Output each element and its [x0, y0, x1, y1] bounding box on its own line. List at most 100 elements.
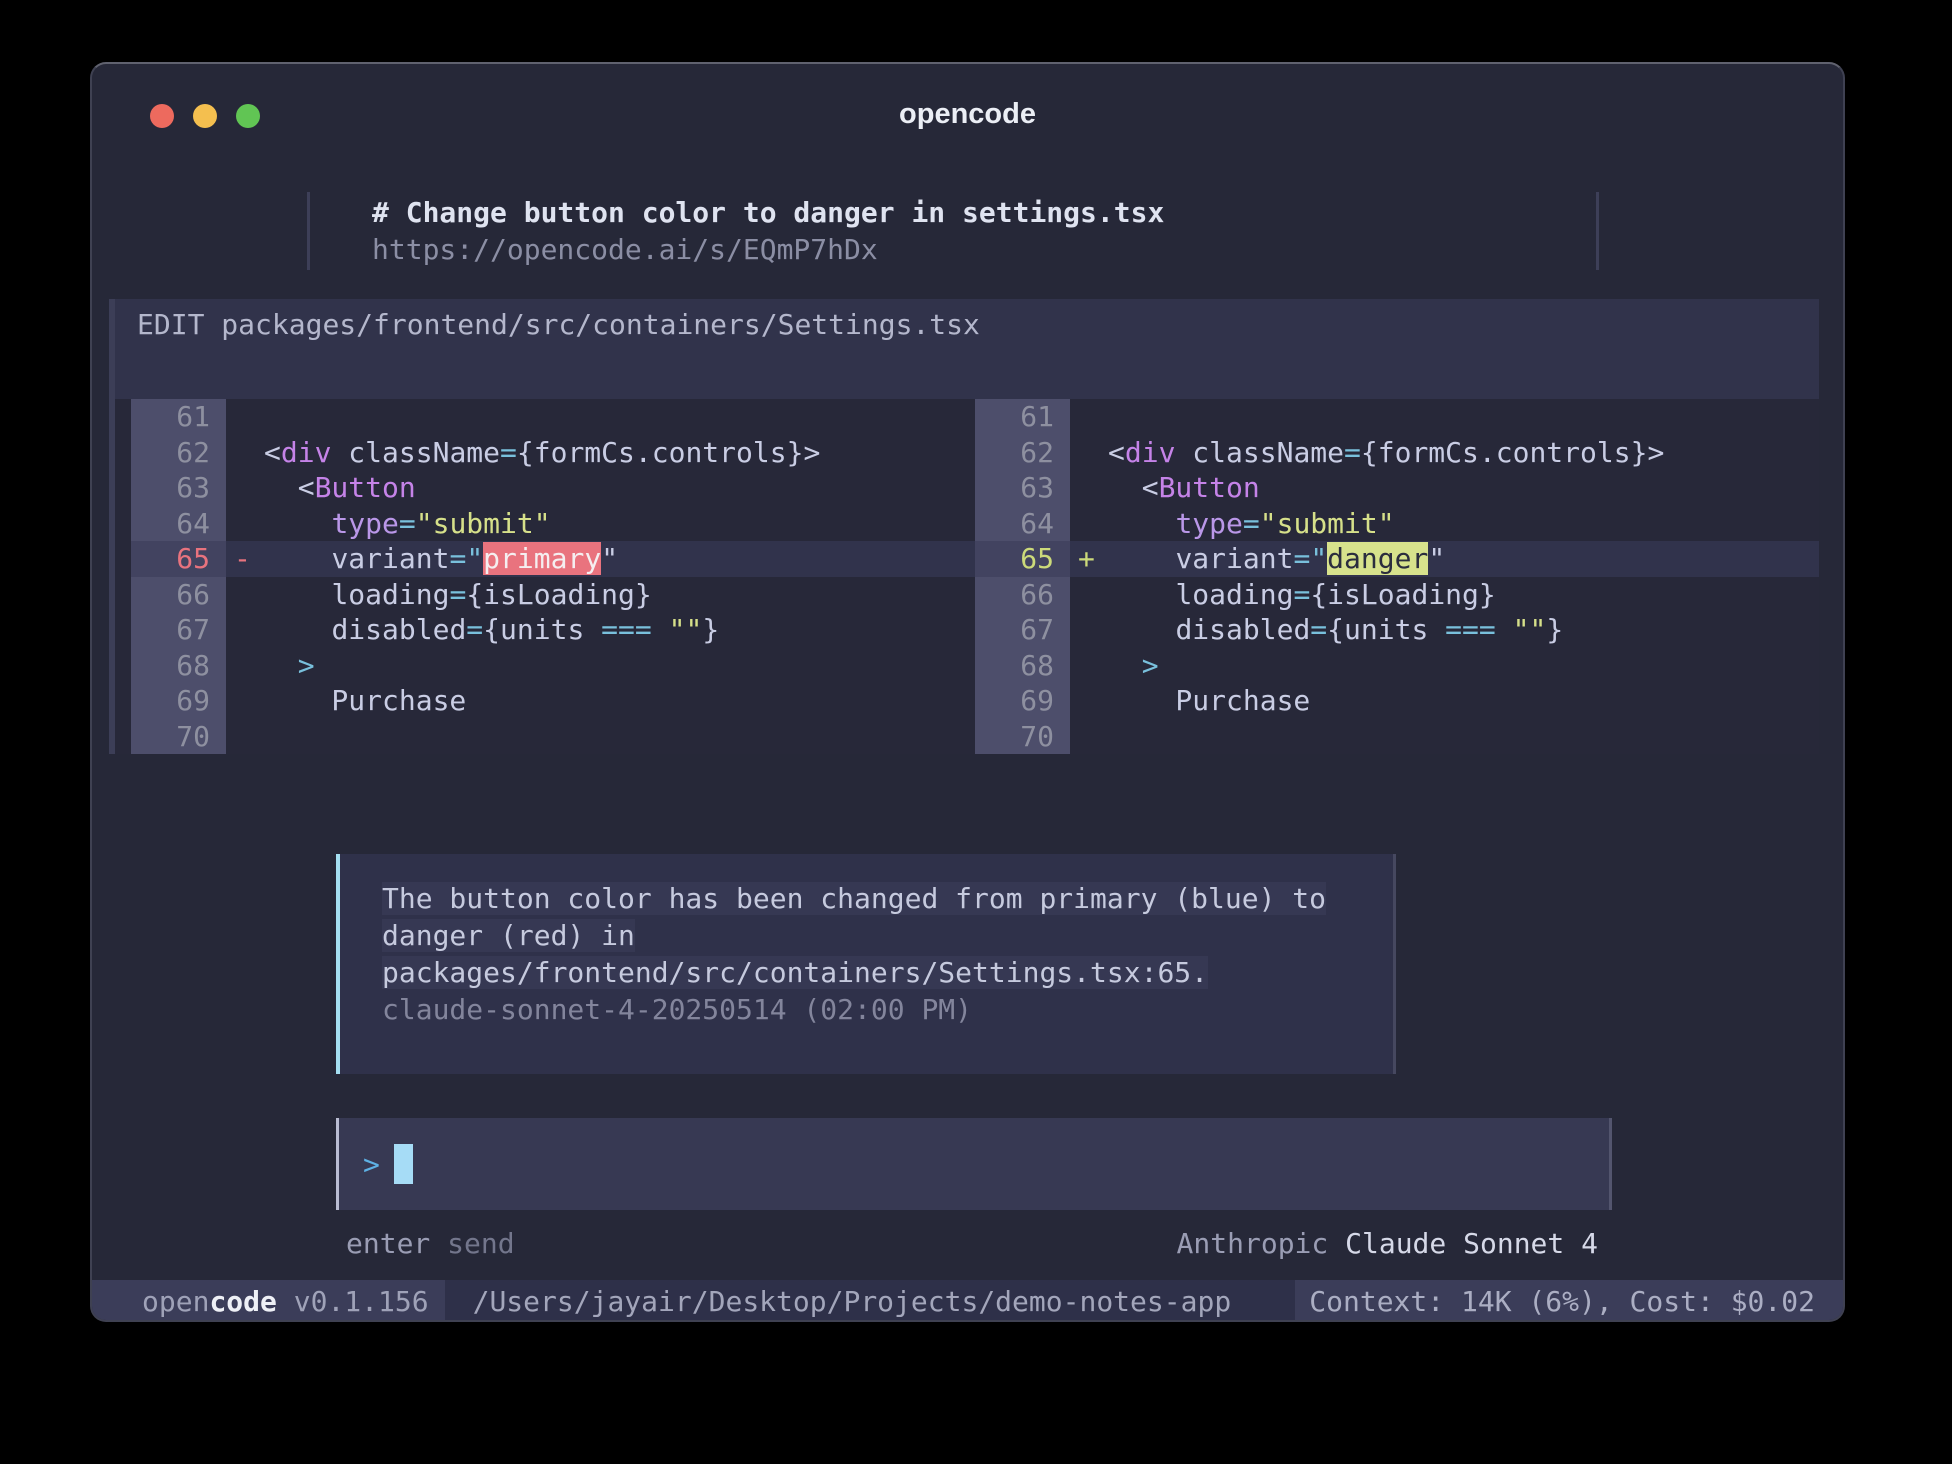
- line-number: 62: [975, 435, 1070, 471]
- code-line: <Button: [264, 470, 975, 506]
- code-line: <Button: [1108, 470, 1819, 506]
- code-line: [264, 719, 975, 755]
- code-line: Purchase: [1108, 683, 1819, 719]
- line-number: 66: [131, 577, 226, 613]
- line-number: 64: [131, 506, 226, 542]
- code-line: <div className={formCs.controls}>: [1108, 435, 1819, 471]
- diff-sign: [1070, 399, 1108, 435]
- code-line: type="submit": [264, 506, 975, 542]
- diff-row: 65+ variant="danger": [975, 541, 1819, 577]
- diff-sign: [226, 506, 264, 542]
- diff-sign: [226, 648, 264, 684]
- code-line: [1108, 719, 1819, 755]
- diff-sign: [226, 719, 264, 755]
- diff-row: 62 <div className={formCs.controls}>: [131, 435, 975, 471]
- assistant-message-meta: claude-sonnet-4-20250514 (02:00 PM): [382, 991, 1393, 1028]
- line-number: 62: [131, 435, 226, 471]
- model-name: Claude Sonnet 4: [1345, 1227, 1598, 1260]
- assistant-message: The button color has been changed from p…: [336, 854, 1396, 1074]
- diff-row: 67 disabled={units === ""}: [975, 612, 1819, 648]
- title-bar: opencode: [92, 64, 1843, 140]
- diff-row: 65- variant="primary": [131, 541, 975, 577]
- diff-row: 68 >: [975, 648, 1819, 684]
- line-number: 65: [975, 541, 1070, 577]
- line-number: 68: [975, 648, 1070, 684]
- diff-row: 69 Purchase: [131, 683, 975, 719]
- working-directory: /Users/jayair/Desktop/Projects/demo-note…: [445, 1280, 1296, 1322]
- diff-sign: +: [1070, 541, 1108, 577]
- assistant-message-line: packages/frontend/src/containers/Setting…: [382, 954, 1393, 991]
- chat-input[interactable]: >: [336, 1118, 1612, 1210]
- diff-sign: -: [226, 541, 264, 577]
- code-line: loading={isLoading}: [1108, 577, 1819, 613]
- send-hint: enter send: [346, 1226, 515, 1262]
- edit-tool-block: EDIT packages/frontend/src/containers/Se…: [109, 299, 1819, 754]
- code-line: disabled={units === ""}: [264, 612, 975, 648]
- line-number: 67: [131, 612, 226, 648]
- diff-sign: [1070, 719, 1108, 755]
- diff-sign: [226, 577, 264, 613]
- diff-view: 61 62 <div className={formCs.controls}>6…: [115, 399, 1819, 754]
- diff-row: 70: [131, 719, 975, 755]
- window-title: opencode: [92, 98, 1843, 131]
- diff-pane-right: 61 62 <div className={formCs.controls}>6…: [975, 399, 1819, 754]
- code-line: [1108, 399, 1819, 435]
- code-line: >: [264, 648, 975, 684]
- diff-row: 61: [131, 399, 975, 435]
- edit-header: EDIT packages/frontend/src/containers/Se…: [115, 299, 1819, 345]
- diff-row: 67 disabled={units === ""}: [131, 612, 975, 648]
- code-line: disabled={units === ""}: [1108, 612, 1819, 648]
- user-message: # Change button color to danger in setti…: [307, 192, 1599, 270]
- line-number: 64: [975, 506, 1070, 542]
- line-number: 69: [975, 683, 1070, 719]
- hints-row: enter send Anthropic Claude Sonnet 4: [346, 1226, 1598, 1262]
- diff-sign: [1070, 506, 1108, 542]
- app-name-open: open: [142, 1285, 209, 1318]
- code-line: variant="primary": [264, 541, 975, 577]
- share-url-link[interactable]: https://opencode.ai/s/EQmP7hDx: [372, 231, 1596, 268]
- code-line: variant="danger": [1108, 541, 1819, 577]
- code-line: [264, 399, 975, 435]
- diff-row: 66 loading={isLoading}: [131, 577, 975, 613]
- diff-sign: [226, 683, 264, 719]
- diff-row: 64 type="submit": [975, 506, 1819, 542]
- code-line: Purchase: [264, 683, 975, 719]
- diff-sign: [1070, 683, 1108, 719]
- app-version: v0.1.156: [277, 1285, 429, 1318]
- prompt-chevron-icon: >: [363, 1148, 380, 1181]
- app-name-code: code: [209, 1285, 276, 1318]
- diff-row: 63 <Button: [131, 470, 975, 506]
- diff-row: 66 loading={isLoading}: [975, 577, 1819, 613]
- diff-row: 69 Purchase: [975, 683, 1819, 719]
- line-number: 70: [131, 719, 226, 755]
- assistant-message-line: The button color has been changed from p…: [382, 880, 1393, 917]
- diff-row: 70: [975, 719, 1819, 755]
- code-line: type="submit": [1108, 506, 1819, 542]
- line-number: 61: [975, 399, 1070, 435]
- code-line: loading={isLoading}: [264, 577, 975, 613]
- diff-pane-left: 61 62 <div className={formCs.controls}>6…: [131, 399, 975, 754]
- line-number: 70: [975, 719, 1070, 755]
- send-action-hint: send: [447, 1227, 514, 1260]
- diff-row: 64 type="submit": [131, 506, 975, 542]
- line-number: 65: [131, 541, 226, 577]
- line-number: 66: [975, 577, 1070, 613]
- line-number: 67: [975, 612, 1070, 648]
- enter-key-hint: enter: [346, 1227, 430, 1260]
- model-indicator: Anthropic Claude Sonnet 4: [1177, 1226, 1598, 1262]
- diff-sign: [1070, 470, 1108, 506]
- line-number: 69: [131, 683, 226, 719]
- assistant-message-line: danger (red) in: [382, 917, 1393, 954]
- diff-row: 61: [975, 399, 1819, 435]
- diff-sign: [1070, 648, 1108, 684]
- line-number: 63: [975, 470, 1070, 506]
- diff-sign: [1070, 612, 1108, 648]
- code-line: <div className={formCs.controls}>: [264, 435, 975, 471]
- line-number: 61: [131, 399, 226, 435]
- diff-row: 68 >: [131, 648, 975, 684]
- user-message-heading: # Change button color to danger in setti…: [372, 194, 1596, 231]
- app-version-chip: opencode v0.1.156: [92, 1280, 445, 1322]
- code-line: >: [1108, 648, 1819, 684]
- diff-row: 62 <div className={formCs.controls}>: [975, 435, 1819, 471]
- opencode-window: opencode # Change button color to danger…: [90, 62, 1845, 1322]
